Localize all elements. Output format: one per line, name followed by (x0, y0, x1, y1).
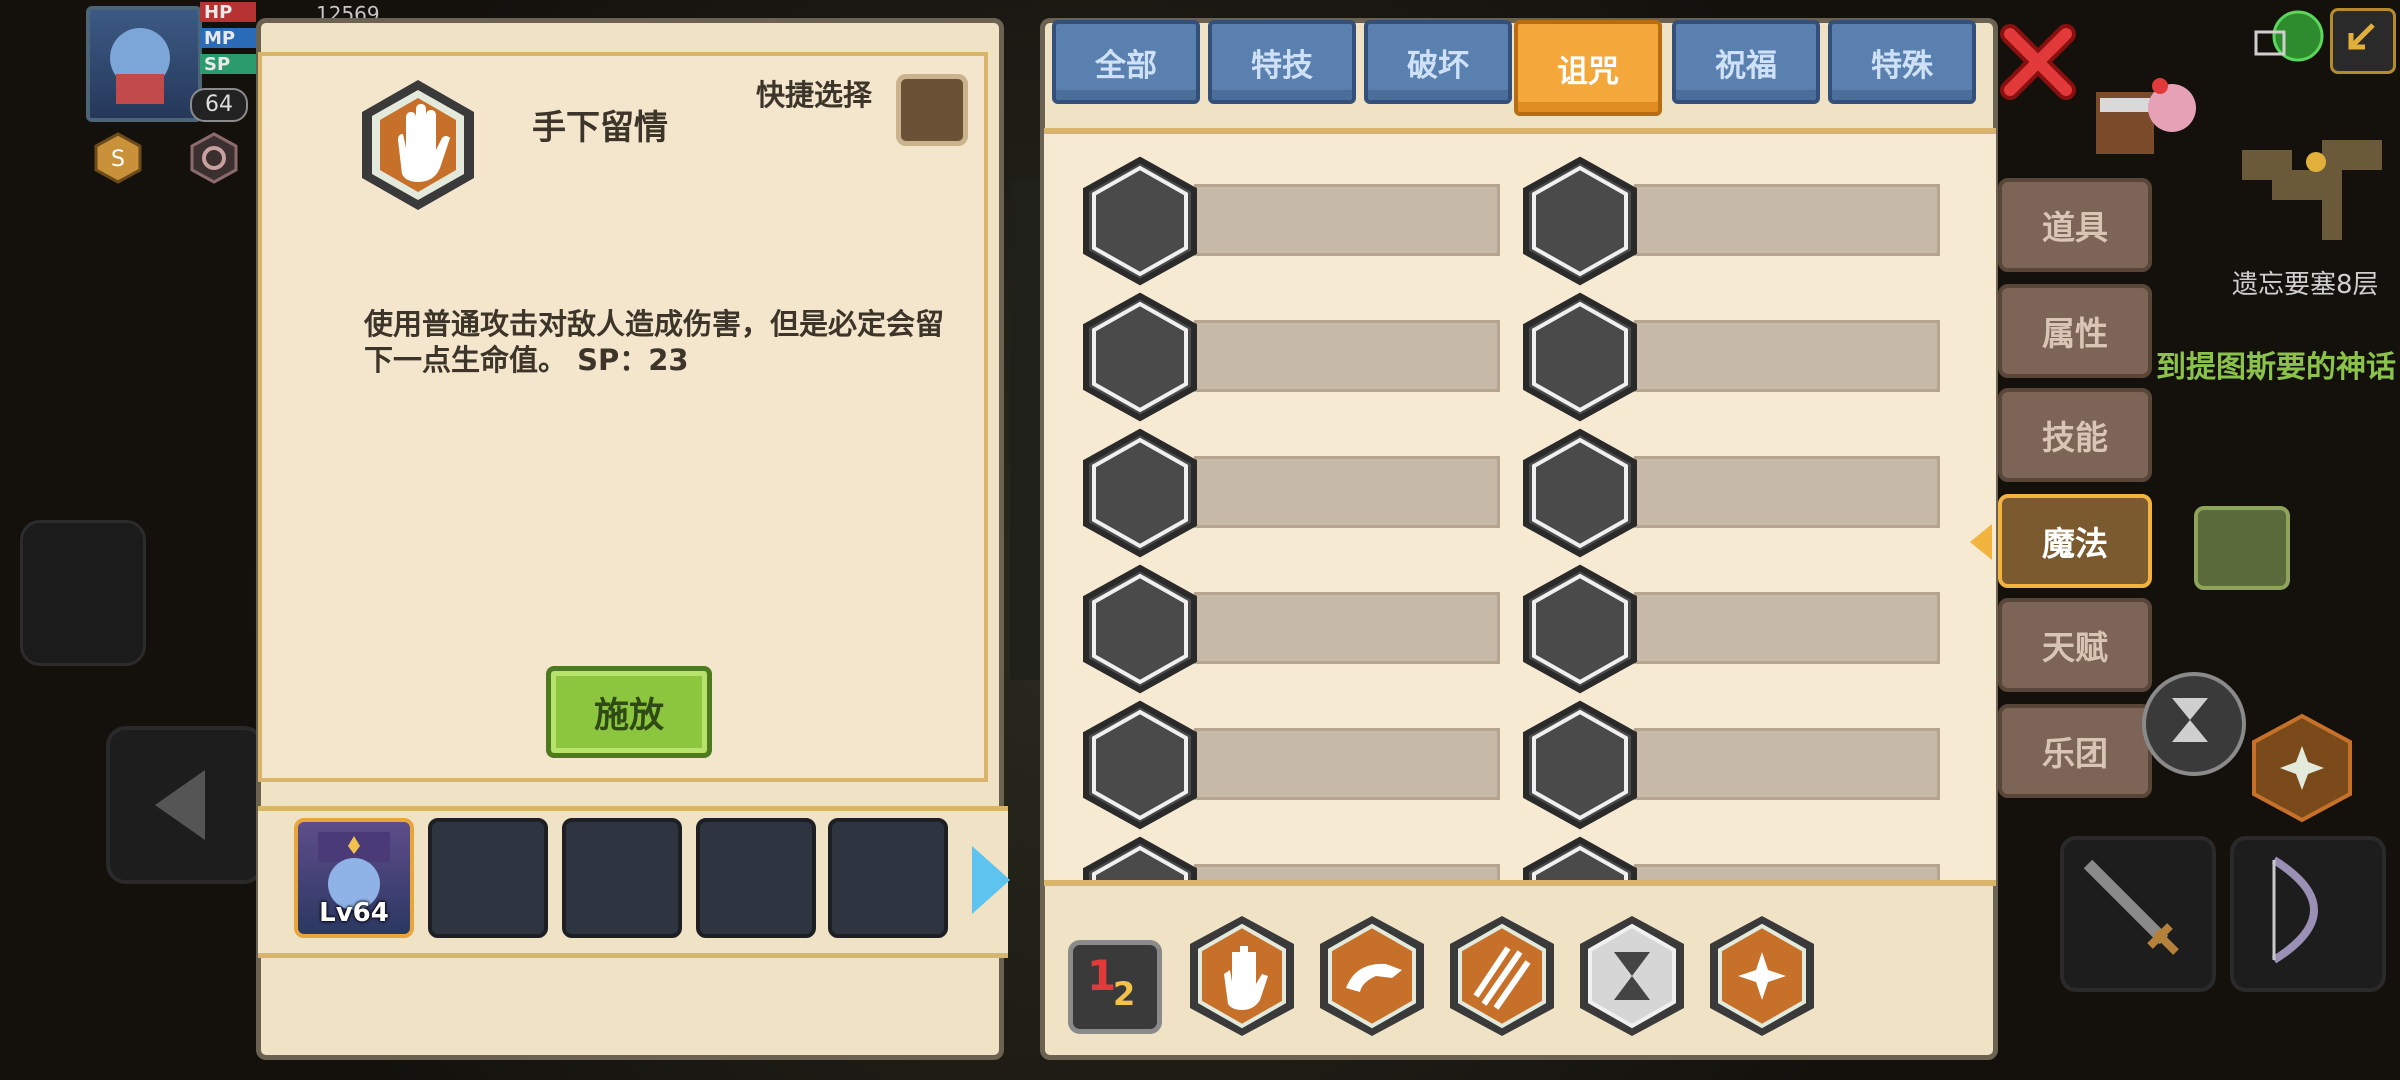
grab-filter-icon[interactable] (1316, 912, 1428, 1040)
side-menu-band[interactable]: 乐团 (1998, 704, 2152, 798)
side-menu-attributes[interactable]: 属性 (1998, 284, 2152, 378)
skill-slot-bar[interactable] (1194, 864, 1500, 880)
shuriken-skill-icon[interactable] (2250, 712, 2354, 824)
sp-label: SP (200, 54, 256, 75)
party-slot-empty[interactable] (428, 818, 548, 938)
empty-slot-hex-icon[interactable] (1080, 700, 1200, 830)
hand-skill-icon (358, 78, 478, 212)
tab-curse[interactable]: 诅咒 (1514, 20, 1662, 116)
quick-select-label: 快捷选择 (756, 78, 873, 112)
empty-slot-hex-icon[interactable] (1080, 156, 1200, 286)
tab-destroy[interactable]: 破坏 (1364, 20, 1512, 104)
network-globe-icon[interactable] (2250, 8, 2324, 68)
empty-slot-hex-icon[interactable] (1080, 292, 1200, 422)
lock-chest-icon[interactable] (2194, 506, 2290, 590)
skill-slot-bar[interactable] (1194, 184, 1500, 256)
svg-text:S: S (111, 147, 125, 172)
number-toggle-button[interactable]: 1 2 (1068, 940, 1162, 1034)
toggle-two: 2 (1113, 975, 1136, 1013)
shuriken-filter-icon[interactable] (1706, 912, 1818, 1040)
active-pointer-icon (1970, 524, 1992, 560)
tab-all[interactable]: 全部 (1052, 20, 1200, 104)
mp-label: MP (200, 28, 256, 49)
empty-slot-hex-icon[interactable] (1520, 700, 1640, 830)
quest-tracker-text: 到提图斯要的神话 (2156, 350, 2396, 385)
hp-label: HP (200, 2, 256, 23)
tab-stunts[interactable]: 特技 (1208, 20, 1356, 104)
empty-slot-hex-icon[interactable] (1080, 836, 1200, 880)
gold-buff-icon[interactable]: S (92, 132, 144, 184)
background-tile (1010, 180, 1040, 680)
slash-filter-icon[interactable] (1446, 912, 1558, 1040)
skill-slot-bar[interactable] (1634, 592, 1940, 664)
close-icon[interactable] (2000, 24, 2076, 100)
empty-slot-hex-icon[interactable] (1080, 564, 1200, 694)
skill-slot-bar[interactable] (1194, 456, 1500, 528)
tab-blessing[interactable]: 祝福 (1672, 20, 1820, 104)
player-avatar[interactable] (86, 6, 202, 122)
party-slot-empty[interactable] (696, 818, 816, 938)
skill-slot-bar[interactable] (1194, 320, 1500, 392)
sword-weapon-icon[interactable] (2060, 836, 2216, 992)
side-menu-skills[interactable]: 技能 (1998, 388, 2152, 482)
skill-slot-bar[interactable] (1634, 320, 1940, 392)
party-slot-empty[interactable] (562, 818, 682, 938)
map-location-label: 遗忘要塞8层 (2232, 270, 2379, 300)
bow-weapon-icon[interactable] (2230, 836, 2386, 992)
player-level: 64 (190, 88, 248, 122)
skill-slot-bar[interactable] (1634, 456, 1940, 528)
shop-npc-icon[interactable] (2090, 64, 2200, 168)
skill-slot-bar[interactable] (1634, 184, 1940, 256)
side-menu-items[interactable]: 道具 (1998, 178, 2152, 272)
hourglass-filter-icon[interactable] (1576, 912, 1688, 1040)
quick-select-checkbox[interactable] (896, 74, 968, 146)
background-tile (20, 520, 146, 666)
skill-name: 手下留情 (532, 108, 668, 148)
settings-gear-icon[interactable] (188, 132, 240, 184)
empty-slot-hex-icon[interactable] (1520, 836, 1640, 880)
empty-slot-hex-icon[interactable] (1080, 428, 1200, 558)
side-menu-talent[interactable]: 天赋 (1998, 598, 2152, 692)
skill-slot-bar[interactable] (1634, 728, 1940, 800)
empty-slot-hex-icon[interactable] (1520, 156, 1640, 286)
party-member-level: Lv64 (319, 898, 389, 928)
hourglass-skill-icon[interactable] (2142, 672, 2246, 776)
empty-slot-hex-icon[interactable] (1520, 428, 1640, 558)
arrow-left-icon (155, 770, 205, 840)
party-slot-empty[interactable] (828, 818, 948, 938)
toggle-one: 1 (1087, 951, 1117, 1000)
exit-fullscreen-icon[interactable] (2330, 8, 2396, 74)
party-next-arrow-icon[interactable] (972, 846, 1010, 914)
cast-button[interactable]: 施放 (546, 666, 712, 758)
tab-special[interactable]: 特殊 (1828, 20, 1976, 104)
empty-slot-hex-icon[interactable] (1520, 292, 1640, 422)
empty-slot-hex-icon[interactable] (1520, 564, 1640, 694)
skill-slot-bar[interactable] (1634, 864, 1940, 880)
skill-description: 使用普通攻击对敌人造成伤害，但是必定会留下一点生命值。 SP：23 (364, 307, 945, 377)
side-menu-magic[interactable]: 魔法 (1998, 494, 2152, 588)
minimap[interactable] (2232, 130, 2392, 250)
avatar-portrait (110, 28, 170, 104)
hand-filter-icon[interactable] (1186, 912, 1298, 1040)
skill-slot-grid (1044, 128, 1996, 886)
skill-slot-bar[interactable] (1194, 728, 1500, 800)
dpad-left[interactable] (106, 726, 264, 884)
skill-slot-bar[interactable] (1194, 592, 1500, 664)
